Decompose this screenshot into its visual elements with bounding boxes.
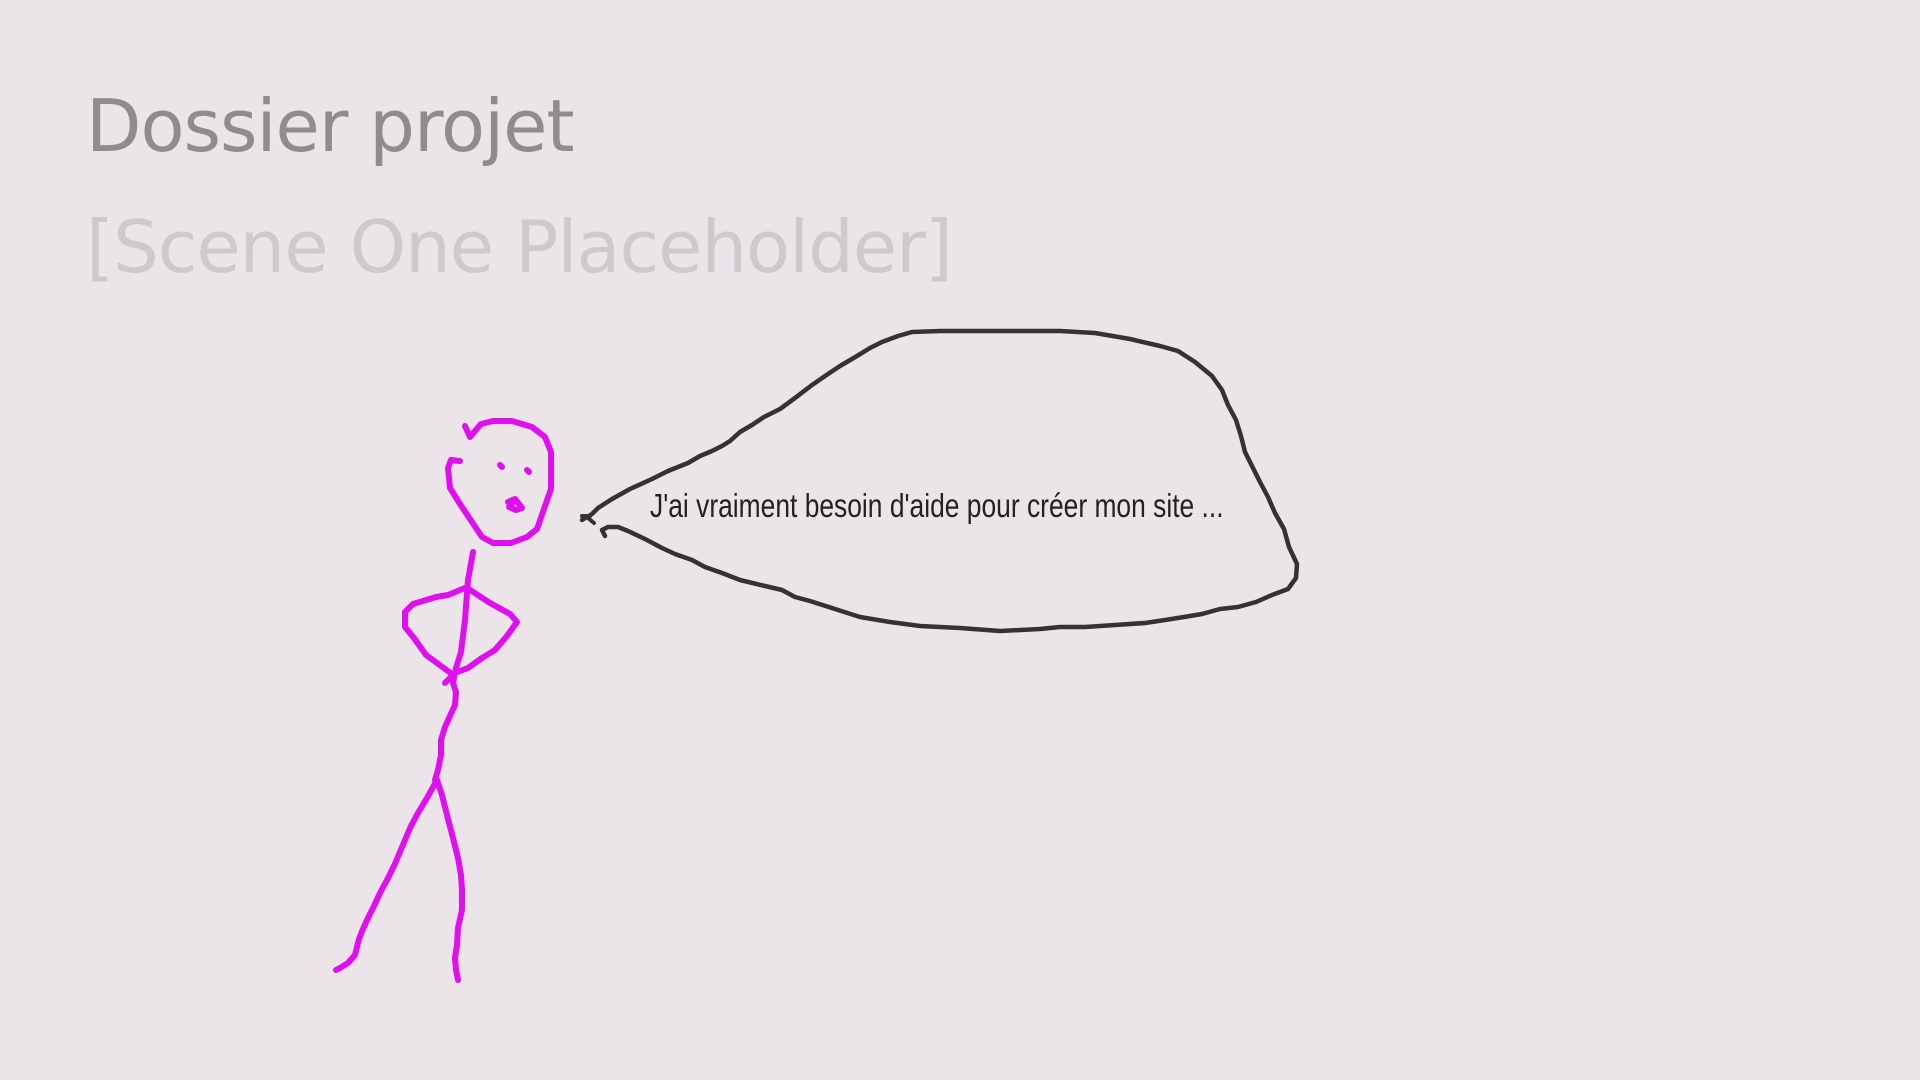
stick-figure-head	[445, 418, 554, 546]
stick-figure	[333, 418, 554, 983]
stick-figure-left-leg	[333, 777, 440, 973]
stick-figure-eye-right	[524, 467, 532, 475]
slide-canvas: Dossier projet [Scene One Placeholder] J…	[0, 0, 1920, 1080]
stick-figure-mouth	[505, 496, 525, 513]
speech-bubble-text[interactable]: J'ai vraiment besoin d'aide pour créer m…	[650, 487, 1224, 525]
stick-figure-right-leg	[434, 777, 465, 983]
speech-bubble	[579, 328, 1300, 634]
stick-figure-eye-left	[497, 462, 505, 470]
hand-drawing	[333, 328, 1300, 983]
